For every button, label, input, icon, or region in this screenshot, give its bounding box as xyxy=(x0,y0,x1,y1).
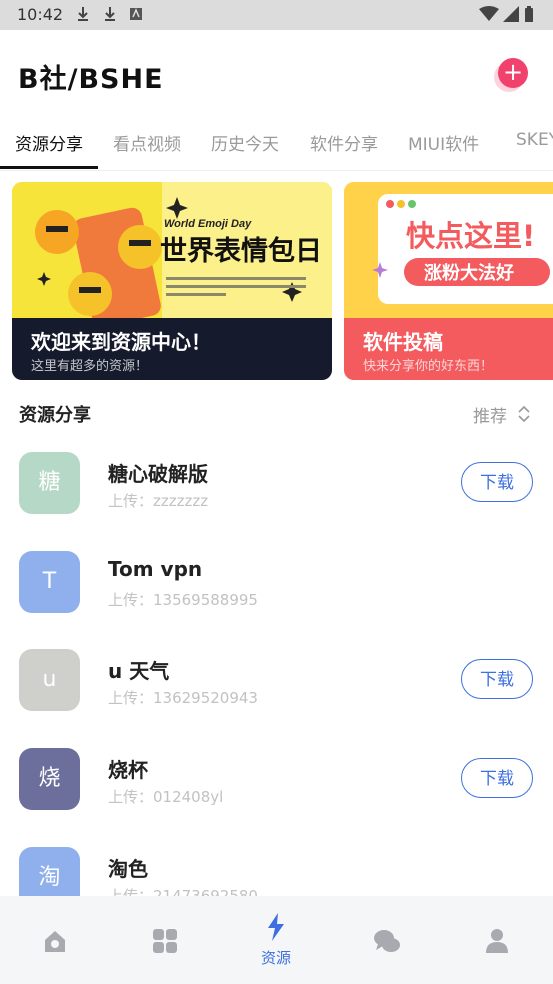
bottom-nav: 资源 xyxy=(0,896,553,984)
banner-image-heading: 快点这里! xyxy=(406,219,535,253)
banner-emoji-image: World Emoji Day 世界表情包日 xyxy=(12,182,332,322)
app-logo: B社/BSHE xyxy=(18,64,164,95)
list-item[interactable]: 烧 烧杯 上传：012408yl 下载 xyxy=(0,732,553,830)
list-item[interactable]: u u 天气 上传：13629520943 下载 xyxy=(0,633,553,731)
app-avatar: u xyxy=(19,649,80,711)
banner-subtitle: 这里有超多的资源！ xyxy=(31,359,149,374)
resource-uploader: 上传：012408yl xyxy=(108,788,224,806)
resource-list: 糖 糖心破解版 上传：zzzzzzz 下载 T Tom vpn 上传：13569… xyxy=(0,436,553,896)
home-icon xyxy=(45,931,65,952)
nav-chat[interactable] xyxy=(332,896,442,984)
tab-miui-software[interactable]: MIUI软件 xyxy=(408,130,479,155)
chat-icon xyxy=(374,930,400,952)
nav-label: 资源 xyxy=(260,949,291,967)
resource-uploader: 上传：zzzzzzz xyxy=(108,492,209,510)
app-avatar: T xyxy=(19,551,80,613)
status-bar: 10:42 xyxy=(0,0,553,30)
banner-title: 软件投稿 xyxy=(363,330,443,354)
resource-name: 糖心破解版 xyxy=(108,462,208,486)
banner-image-tag: World Emoji Day xyxy=(164,218,252,230)
resource-name: u 天气 xyxy=(108,659,170,683)
resource-name: Tom vpn xyxy=(108,557,203,581)
notification-icon xyxy=(130,8,142,20)
download-icon xyxy=(78,7,88,21)
resource-uploader: 上传：21473692580 xyxy=(108,887,258,896)
app-avatar: 淘 xyxy=(19,847,80,896)
category-tabs: 资源分享 看点视频 历史今天 软件分享 MIUI软件 SKEY xyxy=(0,118,553,171)
section-title: 资源分享 xyxy=(19,405,91,426)
tab-videos[interactable]: 看点视频 xyxy=(113,130,181,155)
sort-dropdown[interactable]: 推荐 xyxy=(473,402,507,427)
nav-profile[interactable] xyxy=(442,896,552,984)
nav-apps[interactable] xyxy=(110,896,220,984)
user-icon xyxy=(486,929,508,953)
download-button[interactable]: 下载 xyxy=(461,462,533,502)
banner-welcome[interactable]: World Emoji Day 世界表情包日 欢迎来到资源中心！ 这里有超多的资… xyxy=(12,182,332,380)
plus-icon: + xyxy=(502,58,524,86)
banner-submit-software[interactable]: 快点这里! 涨粉大法好 软件投稿 快来分享你的好东西！ xyxy=(344,182,553,380)
banner-caption: 软件投稿 快来分享你的好东西！ xyxy=(344,318,553,380)
lightning-icon xyxy=(268,913,284,941)
tab-skey[interactable]: SKEY xyxy=(516,130,553,150)
banner-title: 欢迎来到资源中心！ xyxy=(31,330,211,354)
resource-uploader: 上传：13569588995 xyxy=(108,591,258,609)
resource-name: 淘色 xyxy=(108,857,148,881)
signal-icon xyxy=(503,6,519,22)
battery-icon xyxy=(525,6,533,22)
app-avatar: 烧 xyxy=(19,748,80,810)
active-tab-indicator xyxy=(0,166,98,169)
nav-home[interactable] xyxy=(0,896,110,984)
list-item[interactable]: 淘 淘色 上传：21473692580 xyxy=(0,831,553,896)
app-bar: B社/BSHE xyxy=(0,30,553,118)
list-item[interactable]: T Tom vpn 上传：13569588995 xyxy=(0,535,553,633)
tab-resource-share[interactable]: 资源分享 xyxy=(15,130,83,155)
banner-image-heading: 世界表情包日 xyxy=(160,235,322,267)
download-button[interactable]: 下载 xyxy=(461,758,533,798)
list-item[interactable]: 糖 糖心破解版 上传：zzzzzzz 下载 xyxy=(0,436,553,534)
resource-uploader: 上传：13629520943 xyxy=(108,689,258,707)
apps-grid-icon xyxy=(153,929,177,953)
download-button[interactable]: 下载 xyxy=(461,659,533,699)
app-avatar: 糖 xyxy=(19,452,80,514)
banner-subtitle: 快来分享你的好东西！ xyxy=(363,359,494,374)
wifi-icon xyxy=(479,6,499,21)
status-time: 10:42 xyxy=(17,5,64,24)
tab-history-today[interactable]: 历史今天 xyxy=(211,130,279,155)
resource-name: 烧杯 xyxy=(108,758,148,782)
banner-click-here-image: 快点这里! 涨粉大法好 xyxy=(344,182,553,322)
nav-resources[interactable]: 资源 xyxy=(221,896,331,984)
tab-software-share[interactable]: 软件分享 xyxy=(310,130,378,155)
banner-caption: 欢迎来到资源中心！ 这里有超多的资源！ xyxy=(12,318,332,380)
add-button[interactable]: + xyxy=(498,58,528,88)
download-icon xyxy=(105,7,115,21)
banner-image-sub: 涨粉大法好 xyxy=(424,262,514,284)
sort-icon[interactable] xyxy=(517,404,531,424)
